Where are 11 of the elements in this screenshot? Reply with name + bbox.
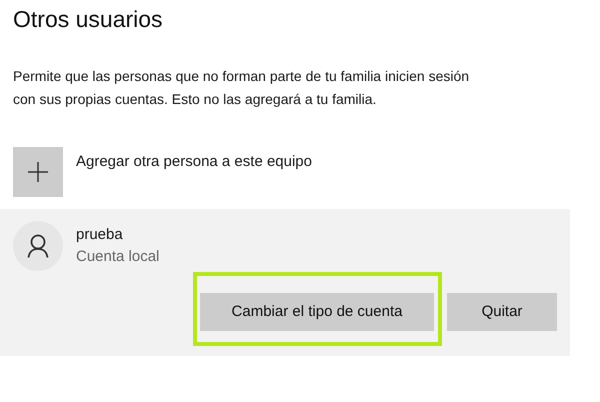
user-icon xyxy=(27,234,49,258)
add-person-link[interactable]: Agregar otra persona a este equipo xyxy=(76,147,312,174)
add-button[interactable] xyxy=(13,147,63,197)
action-button[interactable]: Cambiar el tipo de cuenta xyxy=(200,293,434,331)
user-name: prueba xyxy=(76,225,124,245)
description-text: Permite que las personas que no forman parte de tu familia inicien sesión con sus propias cuentas. Esto no las agregará a tu familia. xyxy=(13,67,470,109)
user-panel[interactable]: prueba Cuenta local Cambiar el tipo de cuenta Quitar xyxy=(0,209,570,356)
action-button[interactable]: Quitar xyxy=(447,293,557,331)
page-title: Otros usuarios xyxy=(13,5,163,33)
plus-icon xyxy=(28,162,48,182)
account-type: Cuenta local xyxy=(76,247,160,267)
